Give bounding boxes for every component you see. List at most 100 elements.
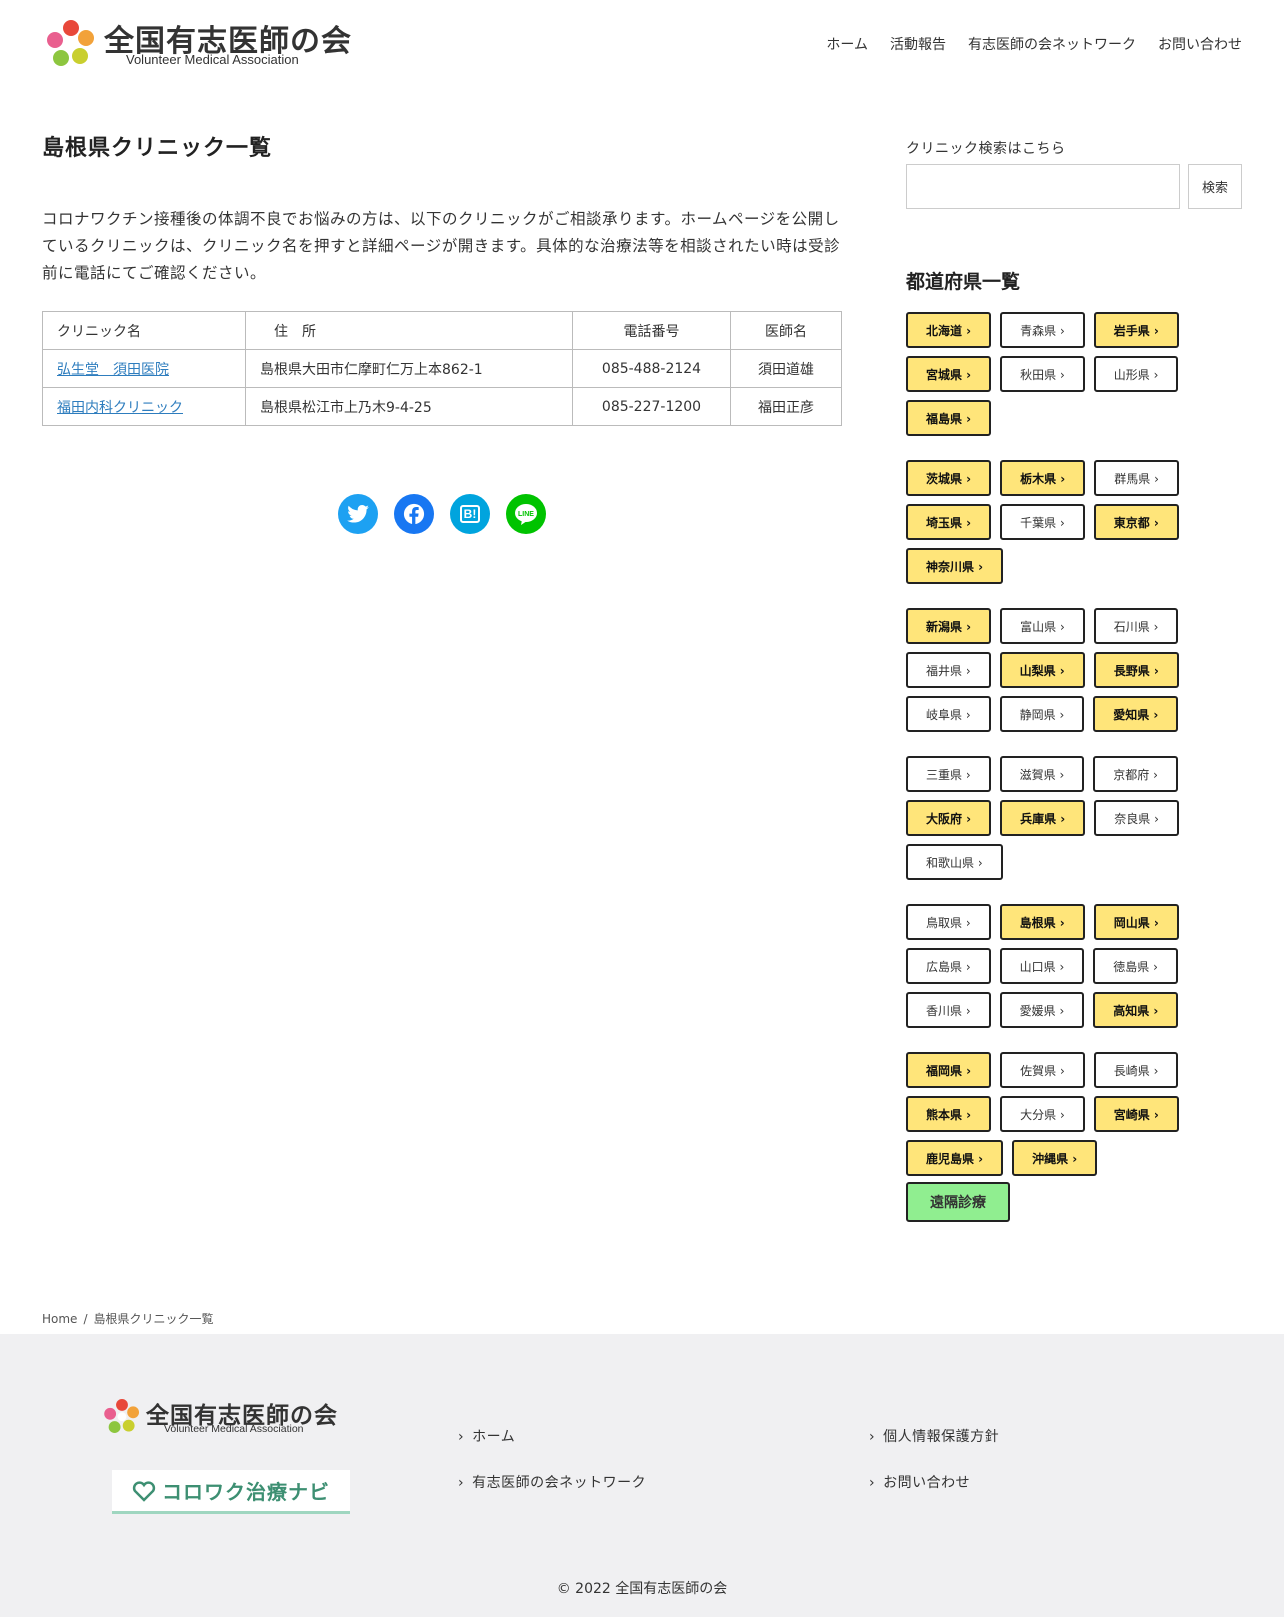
prefecture-button[interactable]: 長野県 › — [1093, 652, 1179, 688]
remote-consultation-button[interactable]: 遠隔診療 — [906, 1182, 1010, 1222]
footer-links-col2: › 個人情報保護方針 › お問い合わせ — [869, 1426, 999, 1518]
prefecture-button[interactable]: 徳島県 › — [1093, 948, 1178, 984]
svg-text:LINE: LINE — [518, 511, 534, 518]
facebook-share-button[interactable] — [394, 494, 434, 534]
table-row: 弘生堂 須田医院 島根県大田市仁摩町仁万上本862-1 085-488-2124… — [42, 349, 842, 388]
prefecture-button[interactable]: 滋賀県 › — [999, 756, 1085, 792]
prefecture-button[interactable]: 和歌山県 › — [906, 844, 1003, 880]
treatment-navi-banner[interactable]: コロワク治療ナビ — [112, 1470, 350, 1514]
prefecture-button[interactable]: 兵庫県 › — [1000, 800, 1086, 836]
prefecture-button[interactable]: 三重県 › — [906, 756, 991, 792]
prefecture-button[interactable]: 神奈川県 › — [906, 548, 1004, 584]
prefecture-group: 三重県 › 滋賀県 › 京都府 › 大阪府 › 兵庫県 › 奈良県 › 和歌山県 › — [906, 756, 1206, 880]
prefecture-button[interactable]: 長崎県 › — [1093, 1052, 1179, 1088]
twitter-share-button[interactable] — [338, 494, 378, 534]
prefecture-button[interactable]: 高知県 › — [1093, 992, 1179, 1028]
prefecture-button[interactable]: 沖縄県 › — [1012, 1140, 1098, 1176]
header-clinic-name: クリニック名 — [42, 311, 246, 350]
clinic-link[interactable]: 福田内科クリニック — [57, 400, 183, 416]
search-row: 検索 — [906, 164, 1242, 209]
header-doctor: 医師名 — [730, 311, 842, 350]
breadcrumb-home[interactable]: Home — [42, 1312, 77, 1326]
prefecture-button[interactable]: 山形県 › — [1093, 356, 1179, 392]
prefecture-button[interactable]: 鳥取県 › — [906, 904, 991, 940]
page-title: 島根県クリニック一覧 — [42, 136, 273, 161]
clinic-name-cell: 福田内科クリニック — [42, 387, 246, 426]
site-logo[interactable]: 全国有志医師の会 Volunteer Medical Association — [44, 16, 364, 72]
footer-logo-subtitle: Volunteer Medical Association — [164, 1423, 304, 1435]
prefecture-button[interactable]: 茨城県 › — [906, 460, 992, 496]
prefecture-button[interactable]: 福島県 › — [906, 400, 992, 436]
nav-home[interactable]: ホーム — [826, 34, 868, 54]
hatena-icon: B! — [459, 505, 481, 523]
prefecture-button[interactable]: 静岡県 › — [999, 696, 1085, 732]
prefecture-button[interactable]: 北海道 › — [906, 312, 992, 348]
footer-links-col1: › ホーム › 有志医師の会ネットワーク — [458, 1426, 646, 1518]
prefecture-button[interactable]: 新潟県 › — [906, 608, 992, 644]
header-phone: 電話番号 — [572, 311, 731, 350]
twitter-icon — [347, 505, 369, 523]
footer-link-privacy[interactable]: › 個人情報保護方針 — [869, 1426, 999, 1472]
prefecture-button[interactable]: 福井県 › — [906, 652, 991, 688]
prefecture-button[interactable]: 青森県 › — [1000, 312, 1085, 348]
prefecture-button[interactable]: 熊本県 › — [906, 1096, 992, 1132]
copyright: © 2022 全国有志医師の会 — [556, 1581, 728, 1597]
sidebar: クリニック検索はこちら 検索 都道府県一覧 北海道 › 青森県 › 岩手県 › 宮城県… — [906, 138, 1242, 1246]
prefecture-button[interactable]: 広島県 › — [906, 948, 991, 984]
prefecture-button[interactable]: 愛媛県 › — [999, 992, 1085, 1028]
prefecture-button[interactable]: 岡山県 › — [1093, 904, 1179, 940]
address-cell: 島根県松江市上乃木9-4-25 — [245, 387, 573, 426]
line-share-button[interactable]: LINE — [506, 494, 546, 534]
prefecture-button[interactable]: 香川県 › — [906, 992, 991, 1028]
footer-link-label: 有志医師の会ネットワーク — [472, 1475, 647, 1491]
nav-contact[interactable]: お問い合わせ — [1158, 34, 1242, 54]
prefecture-button[interactable]: 秋田県 › — [1000, 356, 1085, 392]
prefecture-group: 鳥取県 › 島根県 › 岡山県 › 広島県 › 山口県 › 徳島県 › 香川県 › 愛媛県 ›… — [906, 904, 1206, 1028]
prefecture-button[interactable]: 鹿児島県 › — [906, 1140, 1004, 1176]
share-buttons: B! LINE — [338, 494, 546, 534]
footer-link-contact[interactable]: › お問い合わせ — [869, 1472, 999, 1518]
table-header-row: クリニック名 住 所 電話番号 医師名 — [42, 311, 842, 350]
chevron-right-icon: › — [458, 1475, 465, 1491]
doctor-cell: 福田正彦 — [730, 387, 842, 426]
prefecture-button[interactable]: 奈良県 › — [1094, 800, 1179, 836]
footer-link-home[interactable]: › ホーム — [458, 1426, 646, 1472]
prefecture-button[interactable]: 福岡県 › — [906, 1052, 992, 1088]
prefecture-button[interactable]: 山梨県 › — [999, 652, 1085, 688]
footer-logo[interactable]: 全国有志医師の会 Volunteer Medical Association — [102, 1396, 342, 1440]
nav-network[interactable]: 有志医師の会ネットワーク — [968, 34, 1136, 54]
prefecture-button[interactable]: 千葉県 › — [1000, 504, 1085, 540]
prefecture-button[interactable]: 大分県 › — [1000, 1096, 1085, 1132]
prefecture-button[interactable]: 栃木県 › — [1000, 460, 1086, 496]
chevron-right-icon: › — [869, 1429, 876, 1445]
nav-activity-report[interactable]: 活動報告 — [890, 34, 946, 54]
banner-text: コロワク治療ナビ — [162, 1480, 330, 1504]
hatena-share-button[interactable]: B! — [450, 494, 490, 534]
prefecture-button[interactable]: 富山県 › — [1000, 608, 1085, 644]
prefecture-list: 北海道 › 青森県 › 岩手県 › 宮城県 › 秋田県 › 山形県 › 福島県 › 茨城県 ›… — [906, 312, 1242, 1222]
prefecture-button[interactable]: 群馬県 › — [1094, 460, 1179, 496]
prefecture-button[interactable]: 岐阜県 › — [906, 696, 991, 732]
prefecture-button[interactable]: 東京都 › — [1093, 504, 1179, 540]
prefecture-button[interactable]: 島根県 › — [999, 904, 1085, 940]
clinic-search-input[interactable] — [906, 164, 1180, 209]
prefecture-button[interactable]: 山口県 › — [999, 948, 1085, 984]
phone-cell: 085-488-2124 — [572, 349, 731, 388]
prefecture-button[interactable]: 埼玉県 › — [906, 504, 992, 540]
prefecture-button[interactable]: 大阪府 › — [906, 800, 992, 836]
prefecture-button[interactable]: 宮城県 › — [906, 356, 992, 392]
footer-link-network[interactable]: › 有志医師の会ネットワーク — [458, 1472, 646, 1518]
prefecture-button[interactable]: 佐賀県 › — [1000, 1052, 1085, 1088]
prefecture-button[interactable]: 石川県 › — [1093, 608, 1179, 644]
search-button[interactable]: 検索 — [1188, 164, 1242, 209]
clinic-table: クリニック名 住 所 電話番号 医師名 弘生堂 須田医院 島根県大田市仁摩町仁万… — [42, 311, 842, 426]
breadcrumb: Home / 島根県クリニック一覧 — [42, 1310, 214, 1327]
breadcrumb-current: 島根県クリニック一覧 — [93, 1312, 214, 1326]
address-cell: 島根県大田市仁摩町仁万上本862-1 — [245, 349, 573, 388]
search-label: クリニック検索はこちら — [906, 141, 1066, 157]
clinic-link[interactable]: 弘生堂 須田医院 — [57, 362, 169, 378]
prefecture-button[interactable]: 愛知県 › — [1093, 696, 1179, 732]
prefecture-button[interactable]: 京都府 › — [1093, 756, 1178, 792]
prefecture-button[interactable]: 宮崎県 › — [1093, 1096, 1179, 1132]
prefecture-button[interactable]: 岩手県 › — [1093, 312, 1179, 348]
